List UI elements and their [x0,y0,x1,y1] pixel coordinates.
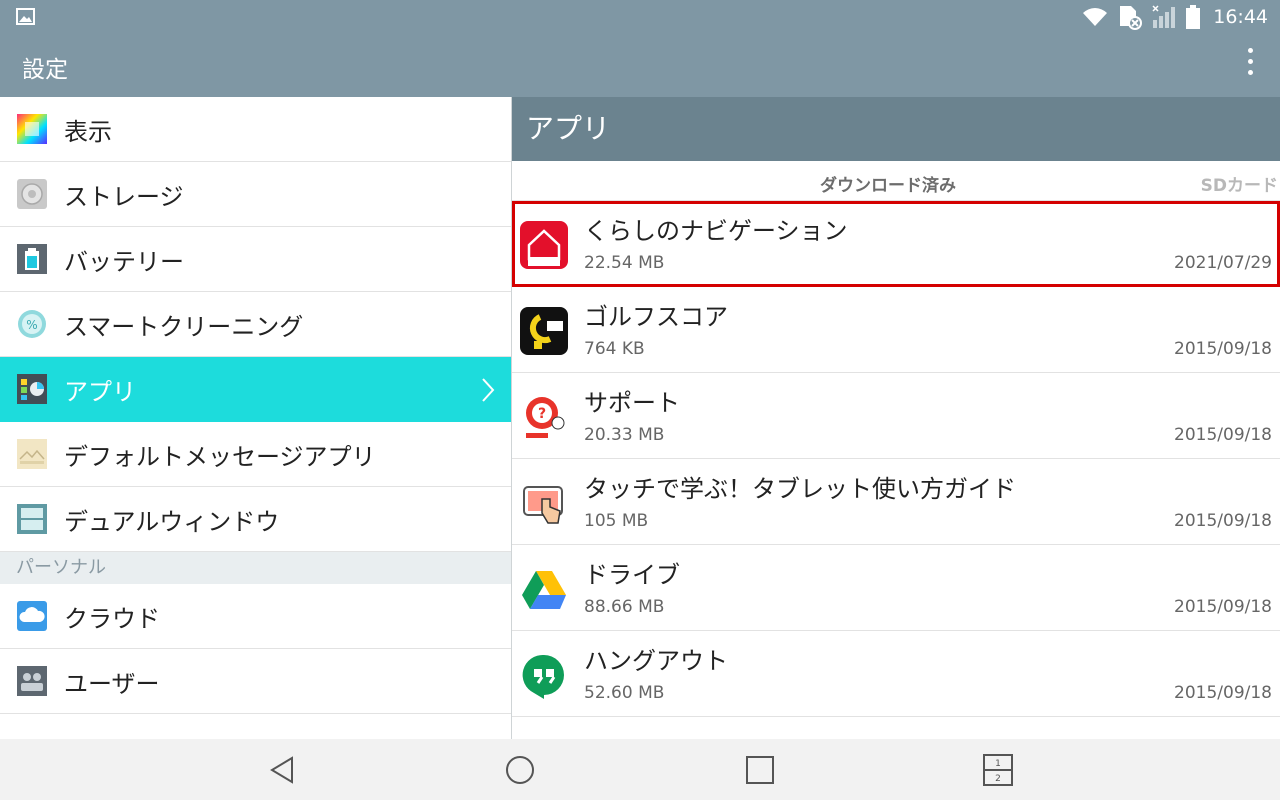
golf-score-app-icon [520,307,568,355]
menu-item-default-messaging[interactable]: デフォルトメッセージアプリ [0,422,511,487]
status-bar: 16:44 [0,0,1280,34]
tab-sd-card[interactable]: SDカード [1201,171,1278,196]
app-size: 22.54 MB [584,253,665,273]
app-name: タッチで学ぶ！タブレット使い方ガイド [584,475,1016,503]
app-row-tablet-guide[interactable]: タッチで学ぶ！タブレット使い方ガイド 105 MB 2015/09/18 [512,459,1280,545]
svg-text:2: 2 [995,774,1001,784]
chevron-right-icon [482,378,495,402]
hangouts-app-icon [520,651,568,699]
battery-settings-icon [17,244,47,274]
app-size: 20.33 MB [584,425,665,445]
app-size: 105 MB [584,511,649,531]
app-row-drive[interactable]: ドライブ 88.66 MB 2015/09/18 [512,545,1280,631]
app-bar: 設定 [0,34,1280,97]
app-date: 2015/09/18 [1174,683,1272,703]
apps-settings-icon [17,374,47,404]
drive-app-icon [520,565,568,613]
menu-item-cloud[interactable]: クラウド [0,584,511,649]
app-date: 2015/09/18 [1174,425,1272,445]
status-time: 16:44 [1213,6,1268,28]
storage-icon [17,179,47,209]
apps-tabs: ダウンロード済み SDカード [512,161,1280,201]
menu-item-label: スマートクリーニング [64,312,304,341]
messaging-icon [17,439,47,469]
menu-item-battery[interactable]: バッテリー [0,227,511,292]
no-sim-icon [1120,6,1143,30]
app-date: 2015/09/18 [1174,597,1272,617]
menu-item-label: デフォルトメッセージアプリ [64,442,376,471]
home-icon[interactable] [503,753,537,787]
menu-item-storage[interactable]: ストレージ [0,162,511,227]
menu-item-apps[interactable]: アプリ [0,357,511,422]
display-icon [17,114,47,144]
tab-downloaded[interactable]: ダウンロード済み [820,171,956,196]
app-size: 88.66 MB [584,597,665,617]
svg-text:1: 1 [995,759,1001,769]
wifi-icon [1083,8,1108,26]
menu-item-label: バッテリー [64,247,184,276]
overflow-menu-icon[interactable] [1246,48,1254,82]
dual-window-icon [17,504,47,534]
menu-item-display[interactable]: 表示 [0,97,511,162]
menu-item-label: デュアルウィンドウ [64,507,280,536]
app-row-kurashi-navigation[interactable]: くらしのナビゲーション 22.54 MB 2021/07/29 [512,201,1280,287]
signal-icon [1152,5,1176,28]
menu-item-label: 表示 [64,117,112,146]
app-date: 2015/09/18 [1174,511,1272,531]
back-icon[interactable] [265,753,299,787]
app-size: 764 KB [584,339,645,359]
svg-text:?: ? [538,406,546,422]
app-name: ハングアウト [584,647,728,675]
menu-item-label: クラウド [64,604,160,633]
menu-item-smart-cleaning[interactable]: % スマートクリーニング [0,292,511,357]
battery-icon [1186,5,1201,29]
menu-item-label: アプリ [64,378,136,406]
app-size: 52.60 MB [584,683,665,703]
app-name: ドライブ [584,561,680,589]
menu-item-label: ユーザー [64,669,160,698]
page-title: 設定 [22,57,68,83]
recent-apps-icon[interactable] [743,753,777,787]
support-app-icon: ? [520,393,568,441]
settings-menu: 表示 ストレージ バッテリー % スマートクリーニング アプリ デフォルトメッセ… [0,97,511,739]
cloud-icon [17,601,47,631]
apps-panel: アプリ ダウンロード済み SDカード くらしのナビゲーション 22.54 MB … [512,97,1280,739]
app-row-support[interactable]: ? サポート 20.33 MB 2015/09/18 [512,373,1280,459]
dual-window-toggle-icon[interactable]: 1 2 [981,753,1015,787]
menu-item-users[interactable]: ユーザー [0,649,511,714]
navigation-bar: 1 2 [0,739,1280,800]
tablet-guide-app-icon [520,479,568,527]
app-name: ゴルフスコア [584,303,728,331]
kurashi-navigation-app-icon [520,221,568,269]
menu-item-label: ストレージ [64,182,184,211]
smart-cleaning-icon: % [18,310,46,338]
apps-panel-title: アプリ [512,97,1280,161]
app-row-golf-score[interactable]: ゴルフスコア 764 KB 2015/09/18 [512,287,1280,373]
menu-item-dual-window[interactable]: デュアルウィンドウ [0,487,511,552]
app-date: 2015/09/18 [1174,339,1272,359]
app-date: 2021/07/29 [1174,253,1272,273]
app-row-hangouts[interactable]: ハングアウト 52.60 MB 2015/09/18 [512,631,1280,717]
svg-text:%: % [26,318,37,332]
app-name: くらしのナビゲーション [584,217,848,245]
users-icon [17,666,47,696]
gallery-notification-icon [16,8,35,25]
section-header-personal: パーソナル [0,552,511,584]
app-name: サポート [584,389,680,417]
